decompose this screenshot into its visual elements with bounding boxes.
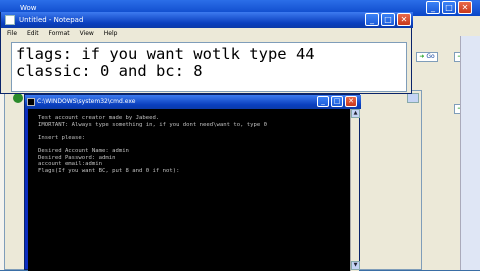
console-line: Test account creator made by Jabeed. <box>38 115 160 121</box>
cmd-titlebar[interactable]: C:\WINDOWS\system32\cmd.exe <box>25 95 361 109</box>
notepad-close-icon[interactable]: ✕ <box>397 13 411 26</box>
cmd-minimize-icon[interactable]: _ <box>317 96 329 107</box>
notepad-window[interactable]: Untitled - Notepad _ □ ✕ File Edit Forma… <box>0 12 413 94</box>
notepad-line-1: flags: if you want wotlk type 44 <box>16 45 315 63</box>
cmd-maximize-icon[interactable]: □ <box>331 96 343 107</box>
go-label: Go <box>426 53 435 60</box>
console-line: IMORTANT: Always type something in, if y… <box>38 121 268 128</box>
notepad-maximize-icon[interactable]: □ <box>381 13 395 26</box>
menu-view[interactable]: View <box>80 30 94 37</box>
background-title: Wow <box>20 4 37 12</box>
maximize-icon[interactable]: □ <box>442 1 456 14</box>
close-icon[interactable]: ✕ <box>458 1 472 14</box>
cmd-title: C:\WINDOWS\system32\cmd.exe <box>37 98 136 105</box>
console-line: account email:admin <box>38 161 102 168</box>
cmd-window[interactable]: C:\WINDOWS\system32\cmd.exe _ □ ✕ Test a… <box>24 94 361 271</box>
minimize-icon[interactable]: _ <box>426 1 440 14</box>
console-line: ​ <box>38 128 340 135</box>
background-scrollbar[interactable] <box>460 36 480 270</box>
notepad-title: Untitled - Notepad <box>19 16 84 24</box>
scroll-down-icon[interactable]: ▼ <box>351 261 360 270</box>
notepad-text-area[interactable]: flags: if you want wotlk type 44 classic:… <box>11 42 407 92</box>
console-line: Flags(If you want BC, put 8 and 0 if not… <box>38 167 180 174</box>
scroll-up-icon[interactable]: ▲ <box>351 109 360 118</box>
go-button[interactable]: ➜ Go <box>416 52 438 62</box>
notepad-icon <box>5 15 15 25</box>
go-arrow-icon: ➜ <box>419 53 425 60</box>
menu-help[interactable]: Help <box>104 30 118 37</box>
console-line: Desired Account Name: admin <box>38 147 129 154</box>
cmd-console[interactable]: Test account creator made by Jabeed. IMOR… <box>28 109 350 271</box>
console-line: Insert please: <box>38 134 86 141</box>
cmd-scrollbar[interactable]: ▲ ▼ <box>350 109 360 271</box>
menu-format[interactable]: Format <box>49 30 70 37</box>
menu-edit[interactable]: Edit <box>27 30 39 37</box>
secondary-scroll-up-icon[interactable] <box>407 93 419 103</box>
notepad-titlebar[interactable]: Untitled - Notepad <box>1 12 413 28</box>
notepad-line-2: classic: 0 and bc: 8 <box>16 62 203 80</box>
notepad-menubar: File Edit Format View Help <box>1 28 411 40</box>
cmd-icon <box>27 98 35 106</box>
menu-file[interactable]: File <box>7 30 17 37</box>
notepad-minimize-icon[interactable]: _ <box>365 13 379 26</box>
console-line: ​ <box>38 141 340 148</box>
browser-icon <box>13 93 23 103</box>
cmd-close-icon[interactable]: ✕ <box>345 96 357 107</box>
console-line: Desired Password: admin <box>38 154 116 161</box>
